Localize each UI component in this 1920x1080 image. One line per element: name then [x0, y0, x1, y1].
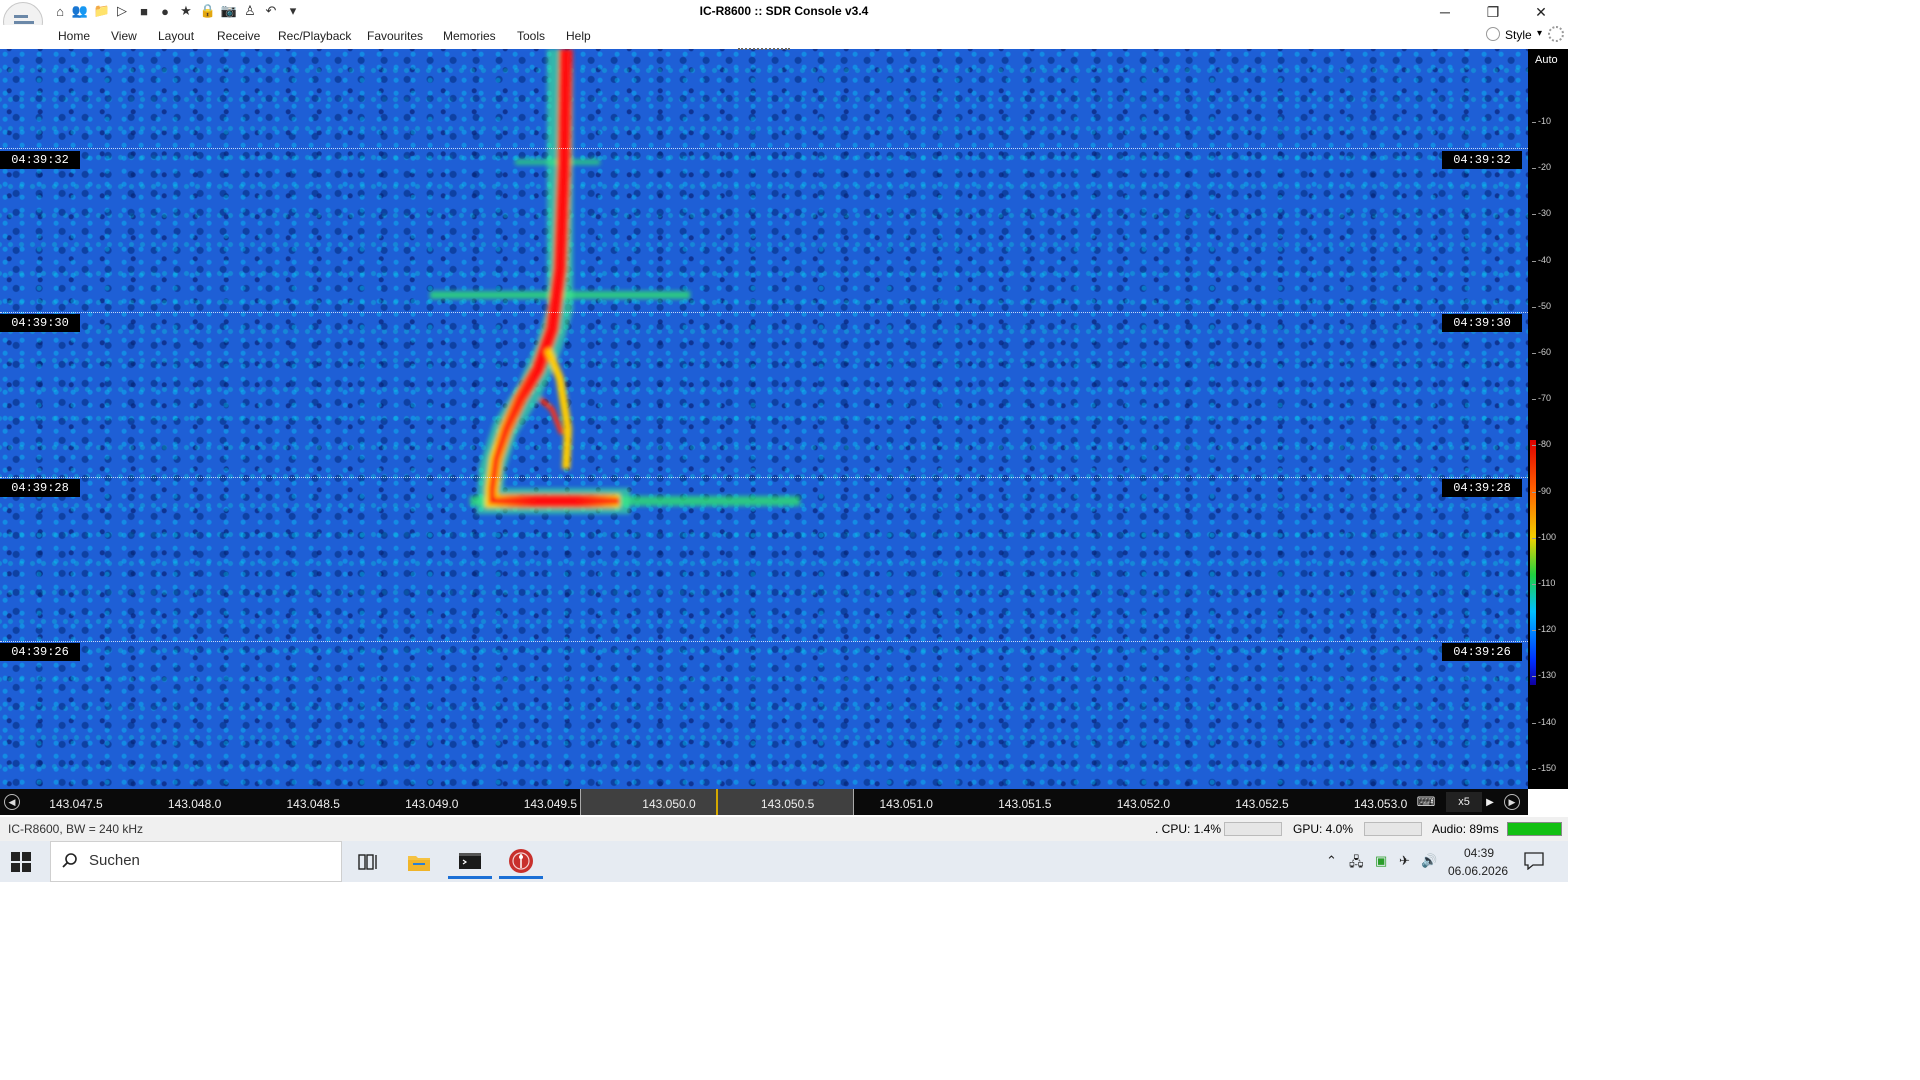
time-gridline [0, 148, 1528, 149]
frequency-tick-label: 143.050.5 [760, 797, 815, 811]
time-gridline [0, 312, 1528, 313]
menu-home[interactable]: Home [58, 29, 90, 43]
timestamp-label: 04:39:32 [0, 151, 80, 169]
timestamp-label: 04:39:30 [0, 314, 80, 332]
colormap-bar[interactable] [1530, 440, 1536, 685]
db-tick-label: -90 [1531, 485, 1552, 496]
db-tick-label: -100 [1531, 531, 1557, 542]
clock-date[interactable]: 06.06.2026 [1448, 864, 1508, 878]
show-hidden-icons-icon[interactable]: ⌃ [1326, 853, 1337, 869]
db-tick-label: -80 [1531, 439, 1552, 450]
frequency-tick-label: 143.051.5 [998, 797, 1052, 811]
db-tick-label: -60 [1531, 347, 1552, 357]
search-icon [62, 853, 77, 868]
style-icon[interactable] [1486, 27, 1500, 41]
zoom-select[interactable]: x5 [1446, 792, 1482, 812]
nvidia-icon[interactable]: ▣ [1375, 853, 1387, 869]
db-tick-label: -150 [1531, 762, 1557, 773]
frequency-tick-label: 143.052.5 [1235, 797, 1289, 811]
timestamp-label: 04:39:28 [1442, 479, 1522, 497]
menu-view[interactable]: View [111, 29, 137, 43]
audio-latency: Audio: 89ms [1432, 822, 1499, 836]
airplane-mode-icon[interactable]: ✈ [1399, 853, 1410, 869]
signal-trace [430, 49, 800, 514]
restore-button[interactable]: ❐ [1470, 0, 1516, 24]
time-gridline [0, 477, 1528, 478]
task-view-icon[interactable] [346, 845, 390, 879]
scroll-left-icon[interactable]: ◀ [4, 794, 20, 810]
timestamp-label: 04:39:26 [1442, 643, 1522, 661]
menu-receive[interactable]: Receive [217, 29, 260, 43]
db-tick-label: -140 [1531, 716, 1557, 727]
volume-icon[interactable]: 🔊 [1421, 853, 1437, 869]
timestamp-label: 04:39:32 [1442, 151, 1522, 169]
scroll-right-icon[interactable]: ▶ [1504, 794, 1520, 810]
frequency-tick-label: 143.053.0 [1353, 797, 1408, 811]
window-title: IC-R8600 :: SDR Console v3.4 [699, 4, 869, 18]
menu-tools[interactable]: Tools [517, 29, 545, 43]
style-dropdown[interactable]: Style [1505, 28, 1532, 42]
menu-help[interactable]: Help [566, 29, 591, 43]
frequency-tick-label: 143.049.5 [523, 797, 578, 811]
terminal-icon[interactable] [448, 845, 492, 879]
time-gridline [0, 641, 1528, 642]
scale-auto-button[interactable]: Auto [1535, 54, 1558, 66]
gpu-usage: GPU: 4.0% [1293, 822, 1354, 836]
timestamp-label: 04:39:30 [1442, 314, 1522, 332]
db-tick-label: -70 [1531, 393, 1552, 404]
frequency-tick-label: 143.047.5 [49, 797, 103, 811]
gear-icon[interactable] [1548, 26, 1564, 42]
db-tick-label: -10 [1531, 116, 1552, 126]
network-icon[interactable]: 🖧 [1349, 853, 1364, 875]
menu-memories[interactable]: Memories [443, 29, 496, 43]
search-placeholder[interactable]: Suchen [89, 852, 140, 869]
cpu-meter [1224, 822, 1282, 836]
db-tick-label: -120 [1531, 624, 1557, 635]
menu-rec-playback[interactable]: Rec/Playback [278, 29, 351, 43]
timestamp-label: 04:39:26 [0, 643, 80, 661]
db-tick-label: -110 [1531, 578, 1556, 588]
radio-info: IC-R8600, BW = 240 kHz [8, 822, 144, 836]
timestamp-label: 04:39:28 [0, 479, 80, 497]
windows-start-icon[interactable] [10, 851, 32, 873]
clock-time[interactable]: 04:39 [1462, 846, 1496, 860]
db-tick-label: -130 [1531, 670, 1557, 681]
splitter-handle[interactable] [738, 48, 790, 52]
frequency-tick-label: 143.052.0 [1116, 797, 1171, 811]
notification-icon[interactable] [1524, 852, 1544, 870]
db-tick-label: -30 [1531, 208, 1552, 219]
menu-layout[interactable]: Layout [158, 29, 194, 43]
gpu-meter [1364, 822, 1422, 836]
menu-favourites[interactable]: Favourites [367, 29, 423, 43]
audio-meter-fill [1508, 823, 1561, 835]
frequency-tick-label: 143.049.0 [405, 797, 459, 811]
db-tick-label: -40 [1531, 254, 1552, 265]
frequency-tick-label: 143.050.0 [642, 797, 696, 811]
file-explorer-icon[interactable] [397, 845, 441, 879]
zoom-next-icon[interactable]: ▶ [1484, 792, 1496, 812]
tuning-marker[interactable] [716, 789, 718, 815]
waterfall-display[interactable]: 04:39:32 04:39:32 04:39:30 04:39:30 04:3… [0, 49, 1528, 789]
close-button[interactable]: ✕ [1518, 0, 1564, 24]
chevron-down-icon[interactable]: ▾ [1537, 28, 1542, 39]
db-tick-label: -50 [1531, 300, 1552, 311]
cpu-usage: . CPU: 1.4% [1155, 822, 1222, 836]
frequency-tick-label: 143.048.5 [286, 797, 340, 811]
minimize-button[interactable]: ─ [1422, 0, 1468, 24]
keyboard-icon[interactable]: ⌨ [1412, 792, 1440, 812]
frequency-tick-label: 143.048.0 [167, 797, 222, 811]
audio-meter [1507, 822, 1562, 836]
frequency-tick-label: 143.051.0 [879, 797, 933, 811]
db-tick-label: -20 [1531, 162, 1552, 173]
sdr-console-icon[interactable] [499, 845, 543, 879]
